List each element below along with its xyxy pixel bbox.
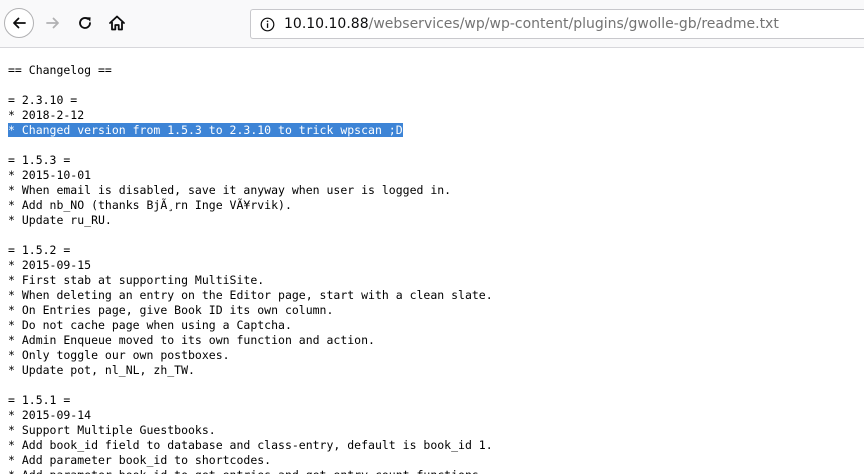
- text-line: [8, 228, 864, 243]
- line-text: * 2015-09-15: [8, 258, 92, 272]
- text-line: * Add parameter book_id to shortcodes.: [8, 453, 864, 468]
- text-line: * Update ru_RU.: [8, 213, 864, 228]
- forward-button[interactable]: [40, 10, 66, 36]
- line-text: * Update pot, nl_NL, zh_TW.: [8, 363, 195, 377]
- arrow-right-icon: [46, 17, 59, 29]
- text-line: * Only toggle our own postboxes.: [8, 348, 864, 363]
- text-line: * 2018-2-12: [8, 108, 864, 123]
- text-line: * When email is disabled, save it anyway…: [8, 183, 864, 198]
- text-line: = 1.5.1 =: [8, 393, 864, 408]
- line-text: * Do not cache page when using a Captcha…: [8, 318, 292, 332]
- url-host: 10.10.10.88: [284, 16, 369, 32]
- line-text: * When email is disabled, save it anyway…: [8, 183, 452, 197]
- text-line: = 2.3.10 =: [8, 93, 864, 108]
- line-text: * Add nb_NO (thanks BjÃ¸rn Inge VÃ¥rvik)…: [8, 198, 292, 212]
- line-text: * Add book_id field to database and clas…: [8, 438, 493, 452]
- text-line: * Admin Enqueue moved to its own functio…: [8, 333, 864, 348]
- text-line: == Changelog ==: [8, 63, 864, 78]
- line-text: * Only toggle our own postboxes.: [8, 348, 230, 362]
- browser-toolbar: 10.10.10.88/webservices/wp/wp-content/pl…: [0, 0, 864, 48]
- text-line: [8, 138, 864, 153]
- text-line: * 2015-09-14: [8, 408, 864, 423]
- text-line: * 2015-09-15: [8, 258, 864, 273]
- arrow-left-icon: [13, 17, 26, 29]
- text-line: * Add nb_NO (thanks BjÃ¸rn Inge VÃ¥rvik)…: [8, 198, 864, 213]
- line-text: = 2.3.10 =: [8, 93, 78, 107]
- text-line: * When deleting an entry on the Editor p…: [8, 288, 864, 303]
- line-text: * Admin Enqueue moved to its own functio…: [8, 333, 375, 347]
- text-line: = 1.5.2 =: [8, 243, 864, 258]
- line-text: == Changelog ==: [8, 63, 112, 77]
- url-path: /webservices/wp/wp-content/plugins/gwoll…: [368, 16, 779, 32]
- info-circle-icon[interactable]: [260, 17, 275, 32]
- line-text: * 2018-2-12: [8, 108, 85, 122]
- line-text: * 2015-09-14: [8, 408, 92, 422]
- document-viewport[interactable]: == Changelog == = 2.3.10 = * 2018-2-12 * Ch…: [0, 48, 864, 474]
- line-text: * 2015-10-01: [8, 168, 92, 182]
- readme-text: == Changelog == = 2.3.10 = * 2018-2-12 * Ch…: [0, 48, 864, 474]
- text-line: * 2015-10-01: [8, 168, 864, 183]
- line-text: = 1.5.2 =: [8, 243, 71, 257]
- home-icon: [109, 15, 125, 31]
- line-text: * Add parameter book_id to get_entries a…: [8, 468, 486, 474]
- text-line: * Add parameter book_id to get_entries a…: [8, 468, 864, 474]
- text-line: [8, 378, 864, 393]
- text-line: * Add book_id field to database and clas…: [8, 438, 864, 453]
- reload-button[interactable]: [72, 10, 98, 36]
- line-text: = 1.5.3 =: [8, 153, 71, 167]
- text-line: [8, 78, 864, 93]
- text-line: * Update pot, nl_NL, zh_TW.: [8, 363, 864, 378]
- text-line: * Changed version from 1.5.3 to 2.3.10 t…: [8, 123, 864, 138]
- back-button[interactable]: [4, 8, 34, 38]
- selected-text: * Changed version from 1.5.3 to 2.3.10 t…: [8, 123, 403, 137]
- url-text[interactable]: 10.10.10.88/webservices/wp/wp-content/pl…: [284, 16, 779, 32]
- reload-icon: [79, 17, 91, 29]
- text-line: * Do not cache page when using a Captcha…: [8, 318, 864, 333]
- line-text: * Add parameter book_id to shortcodes.: [8, 453, 272, 467]
- home-button[interactable]: [104, 10, 130, 36]
- url-bar[interactable]: 10.10.10.88/webservices/wp/wp-content/pl…: [250, 9, 864, 39]
- text-line: * Support Multiple Guestbooks.: [8, 423, 864, 438]
- line-text: * Update ru_RU.: [8, 213, 112, 227]
- line-text: * Support Multiple Guestbooks.: [8, 423, 216, 437]
- line-text: * When deleting an entry on the Editor p…: [8, 288, 493, 302]
- line-text: * First stab at supporting MultiSite.: [8, 273, 265, 287]
- text-line: * First stab at supporting MultiSite.: [8, 273, 864, 288]
- line-text: = 1.5.1 =: [8, 393, 71, 407]
- text-line: = 1.5.3 =: [8, 153, 864, 168]
- text-line: * On Entries page, give Book ID its own …: [8, 303, 864, 318]
- line-text: * On Entries page, give Book ID its own …: [8, 303, 334, 317]
